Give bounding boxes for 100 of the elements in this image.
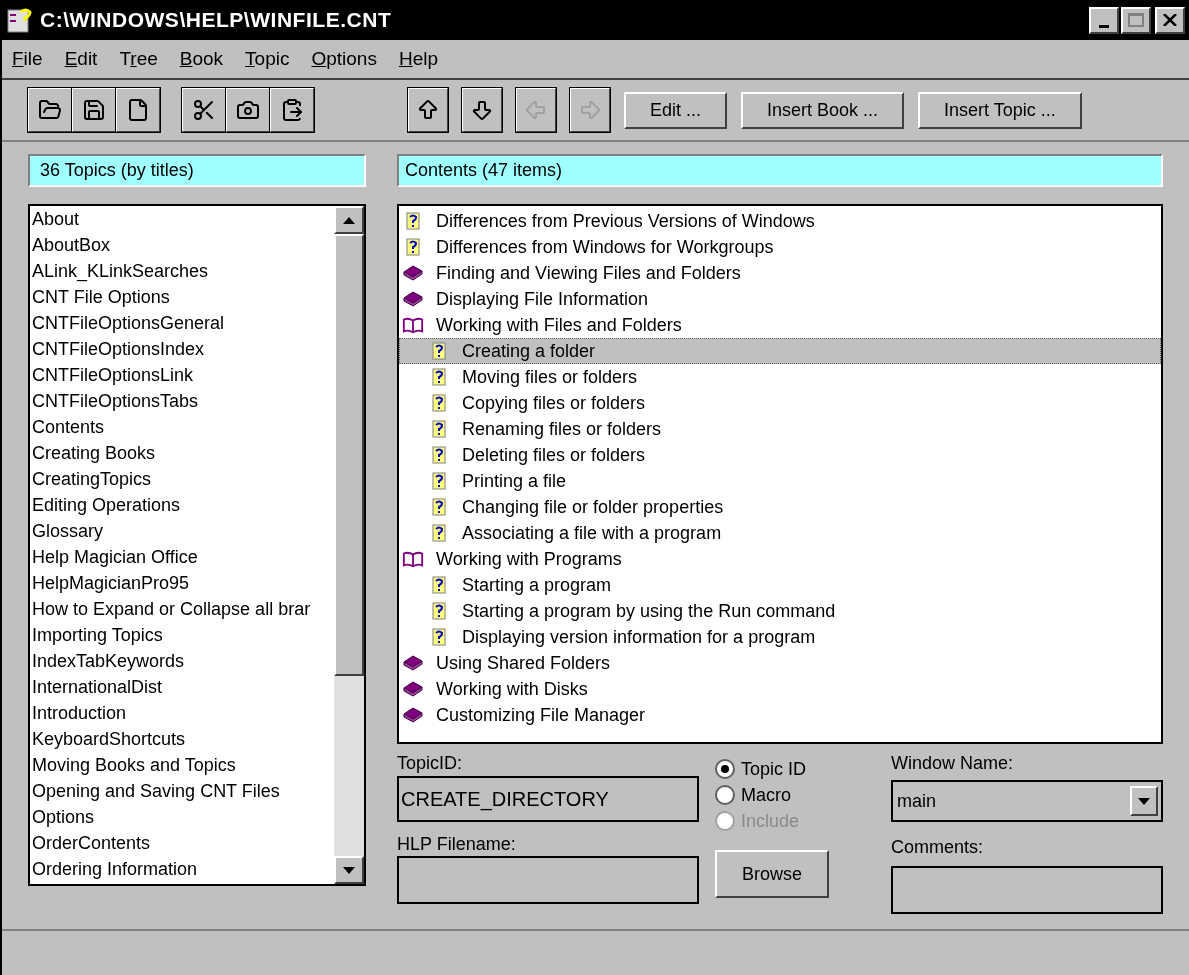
outline-row[interactable]: Renaming files or folders [399,416,1161,442]
toolbar-button[interactable] [116,88,160,132]
list-item[interactable]: AboutBox [32,232,334,258]
list-item[interactable]: CNTFileOptionsTabs [32,388,334,414]
dropdown-button[interactable] [1130,786,1158,816]
action-button[interactable]: Insert Topic ... [918,91,1082,129]
scrollbar[interactable] [334,206,364,884]
menu-item[interactable]: File [12,44,43,74]
toolbar-button[interactable] [72,88,116,132]
list-item[interactable]: CNTFileOptionsGeneral [32,310,334,336]
book-icon [402,706,424,724]
list-item[interactable]: InternationalDist [32,674,334,700]
down-caret-icon [1138,797,1150,805]
help-page-icon [432,446,446,464]
comments-field[interactable] [891,866,1163,914]
maximize-button[interactable] [1121,6,1151,34]
outline-row[interactable]: Associating a file with a program [399,520,1161,546]
list-item[interactable]: HelpMagicianPro95 [32,570,334,596]
browse-button[interactable]: Browse [715,850,829,898]
window-name-dropdown[interactable]: main [891,780,1163,822]
scroll-down-button[interactable] [334,856,364,884]
outline-row[interactable]: Working with Programs [399,546,1161,572]
action-button[interactable]: Insert Book ... [741,91,905,129]
page-icon [126,98,150,122]
help-page-icon [432,628,446,646]
list-item[interactable]: Creating Books [32,440,334,466]
outline-row[interactable]: Copying files or folders [399,390,1161,416]
list-item[interactable]: How to Expand or Collapse all brar [32,596,334,622]
window-title: C:\WINDOWS\HELP\WINFILE.CNT [40,7,392,34]
list-item[interactable]: About [32,206,334,232]
scroll-thumb[interactable] [334,234,364,676]
list-item[interactable]: KeyboardShortcuts [32,726,334,752]
list-item[interactable]: Glossary [32,518,334,544]
minimize-button[interactable] [1089,6,1119,34]
menu-item[interactable]: Topic [245,44,290,74]
toolbar-button[interactable] [182,88,226,132]
outline-row[interactable]: Deleting files or folders [399,442,1161,468]
radio-label[interactable]: Topic ID [741,755,807,783]
outline-row[interactable]: Working with Files and Folders [399,312,1161,338]
toolbar-button[interactable] [408,88,448,132]
list-item[interactable]: Editing Operations [32,492,334,518]
outline-row[interactable]: Using Shared Folders [399,650,1161,676]
outline-row[interactable]: Working with Disks [399,676,1161,702]
radio-button[interactable] [715,785,735,805]
outline-row[interactable]: Starting a program by using the Run command [399,598,1161,624]
list-item[interactable]: Ordering Information [32,856,334,882]
list-header: 36 Topics (by titles) [28,154,366,187]
help-page-icon [432,368,446,386]
outline-row[interactable]: Displaying File Information [399,286,1161,312]
close-button[interactable] [1155,6,1185,34]
outline-row[interactable]: Customizing File Manager [399,702,1161,728]
scissors-icon [192,98,216,122]
outline-row[interactable]: Differences from Previous Versions of Windows [399,208,1161,234]
action-button[interactable]: Edit ... [624,91,728,129]
clipboard-icon [280,98,304,122]
outline-row[interactable]: Printing a file [399,468,1161,494]
list-item[interactable]: CNTFileOptionsIndex [32,336,334,362]
contents-header: Contents (47 items) [397,154,1163,187]
menu-item[interactable]: Tree [119,44,158,74]
toolbar-button[interactable] [270,88,314,132]
list-item[interactable]: CNTFileOptionsLink [32,362,334,388]
outline-row[interactable]: Displaying version information for a program [399,624,1161,650]
menu-item[interactable]: Options [311,44,377,74]
help-page-icon [406,238,420,256]
outline-row[interactable]: Changing file or folder properties [399,494,1161,520]
help-page-icon [406,212,420,230]
list-item[interactable]: Introduction [32,700,334,726]
radio-button[interactable] [715,759,735,779]
radio-label[interactable]: Macro [741,781,791,809]
outline-row[interactable]: Finding and Viewing Files and Folders [399,260,1161,286]
menu-item[interactable]: Edit [64,44,98,74]
list-item[interactable]: CreatingTopics [32,466,334,492]
toolbar-button[interactable] [226,88,270,132]
list-item[interactable]: ALink_KLinkSearches [32,258,334,284]
list-item[interactable]: Importing Topics [32,622,334,648]
outline-row[interactable]: Creating a folder [399,338,1161,364]
menu-item[interactable]: Book [179,44,224,74]
list-item[interactable]: IndexTabKeywords [32,648,334,674]
minimize-icon [1099,24,1109,28]
toolbar-button[interactable] [28,88,72,132]
book-icon [402,680,424,698]
field-label: Comments: [891,836,985,859]
help-page-icon [432,342,446,360]
list-item[interactable]: Options [32,804,334,830]
list-item[interactable]: Help Magician Office [32,544,334,570]
hlp-filename-field[interactable] [397,856,699,904]
list-item[interactable]: Moving Books and Topics [32,752,334,778]
outline-row[interactable]: Moving files or folders [399,364,1161,390]
outline-row[interactable]: Starting a program [399,572,1161,598]
topic-id-field[interactable]: CREATE_DIRECTORY [397,776,699,822]
list-item[interactable]: Contents [32,414,334,440]
menu-item[interactable]: Help [398,44,439,74]
list-item[interactable]: CNT File Options [32,284,334,310]
list-item[interactable]: Opening and Saving CNT Files [32,778,334,804]
close-icon [1163,14,1177,26]
list-item[interactable]: OrderContents [32,830,334,856]
outline-row[interactable]: Differences from Windows for Workgroups [399,234,1161,260]
scroll-up-button[interactable] [334,206,364,234]
help-page-icon [432,524,446,542]
toolbar-button[interactable] [462,88,502,132]
